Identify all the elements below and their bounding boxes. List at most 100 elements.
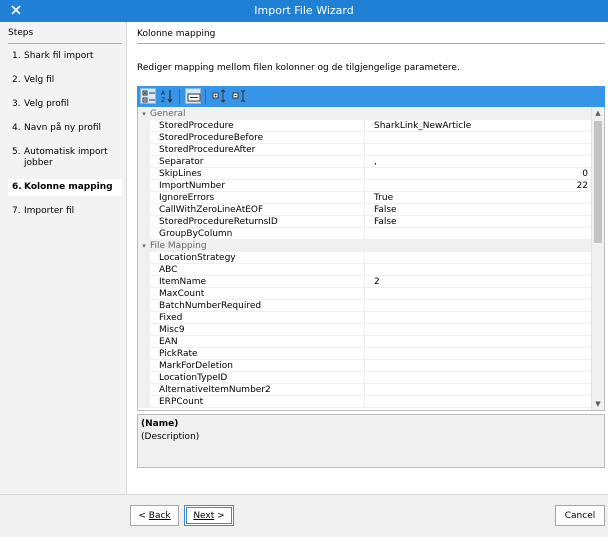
property-row[interactable]: StoredProcedure SharkLink_NewArticle [138,120,592,132]
step-item[interactable]: 4. Navn på ny profil [8,120,122,137]
alphabetical-sort-icon[interactable]: A Z [159,88,175,104]
wizard-footer: < Back Next > Cancel [0,494,608,537]
property-value[interactable] [365,300,592,312]
property-name: MarkForDeletion [150,360,365,372]
property-value[interactable] [365,288,592,300]
property-value[interactable] [365,312,592,324]
scrollbar-thumb[interactable] [594,121,602,243]
property-grid-toolbar: A Z [137,86,605,107]
property-row[interactable]: PickRate [138,348,592,360]
scroll-up-icon[interactable]: ▲ [592,107,604,119]
category-header[interactable]: ▾ General [138,108,592,120]
steps-pane: Steps 1. Shark fil import 2. Velg fil 3. Velg… [0,22,127,494]
property-value[interactable]: SharkLink_NewArticle [365,120,592,132]
toolbar-separator [205,89,206,104]
step-number: 1. [12,51,21,61]
property-value[interactable]: False [365,204,592,216]
property-name: StoredProcedureAfter [150,144,365,156]
step-item[interactable]: 5. Automatisk import jobber [8,144,122,172]
property-row[interactable]: SkipLines 0 [138,168,592,180]
row-margin [138,204,150,216]
property-pages-icon[interactable] [185,88,201,104]
property-value[interactable]: True [365,192,592,204]
help-name: (Name) [141,419,179,429]
property-value[interactable]: False [365,216,592,228]
property-value[interactable] [365,360,592,372]
step-label: Shark fil import [24,51,94,61]
property-row[interactable]: ERPCount [138,396,592,408]
cancel-button[interactable]: Cancel [555,505,605,526]
property-value[interactable] [365,324,592,336]
row-margin [138,180,150,192]
scroll-down-icon[interactable]: ▼ [592,398,604,410]
row-margin [138,324,150,336]
property-row[interactable]: MarkForDeletion [138,360,592,372]
property-row[interactable]: MaxCount [138,288,592,300]
property-value[interactable] [365,384,592,396]
collapse-icon[interactable]: ▾ [138,108,150,120]
collapse-all-icon[interactable] [231,88,247,104]
property-row[interactable]: BatchNumberRequired [138,300,592,312]
property-row[interactable]: ImportNumber 22 [138,180,592,192]
svg-text:Z: Z [161,97,165,103]
property-value[interactable] [365,264,592,276]
property-name: AlternativeItemNumber2 [150,384,365,396]
property-name: LocationTypeID [150,372,365,384]
row-margin [138,396,150,408]
category-name: File Mapping [150,241,207,251]
property-row[interactable]: StoredProcedureBefore [138,132,592,144]
property-row[interactable]: ItemName 2 [138,276,592,288]
step-item[interactable]: 3. Velg profil [8,96,122,113]
property-value[interactable] [365,144,592,156]
property-name: Separator [150,156,365,168]
property-row[interactable]: Fixed [138,312,592,324]
property-row[interactable]: StoredProcedureAfter [138,144,592,156]
step-label: Automatisk import jobber [24,147,108,168]
categorized-view-icon[interactable] [140,88,156,104]
property-name: PickRate [150,348,365,360]
step-item[interactable]: 6. Kolonne mapping [8,179,122,196]
property-value[interactable] [365,348,592,360]
property-value[interactable] [365,336,592,348]
property-row[interactable]: EAN [138,336,592,348]
title-bar: Import File Wizard [0,0,608,22]
step-item[interactable]: 2. Velg fil [8,72,122,89]
property-grid-scrollbar[interactable]: ▲ ▼ [591,107,604,410]
window-title: Import File Wizard [254,4,354,17]
collapse-icon[interactable]: ▾ [138,240,150,252]
property-value[interactable] [365,396,592,408]
property-value[interactable]: 2 [365,276,592,288]
property-value[interactable]: , [365,156,592,168]
property-row[interactable]: IgnoreErrors True [138,192,592,204]
expand-all-icon[interactable] [211,88,227,104]
property-value[interactable] [365,252,592,264]
next-button[interactable]: Next > [184,505,234,526]
step-number: 7. [12,206,21,216]
row-margin [138,264,150,276]
property-row[interactable]: StoredProcedureReturnsID False [138,216,592,228]
property-row[interactable]: GroupByColumn [138,228,592,240]
property-value[interactable] [365,372,592,384]
step-item[interactable]: 1. Shark fil import [8,48,122,65]
property-row[interactable]: AlternativeItemNumber2 [138,384,592,396]
property-name: SkipLines [150,168,365,180]
property-value[interactable] [365,228,592,240]
property-row[interactable]: Separator, [138,156,592,168]
step-item[interactable]: 7. Importer fil [8,203,122,220]
property-value[interactable]: 22 [365,180,592,192]
property-value[interactable]: 0 [365,168,592,180]
property-row[interactable]: Misc9 [138,324,592,336]
property-row[interactable]: LocationTypeID [138,372,592,384]
property-value[interactable] [365,132,592,144]
property-row[interactable]: ABC [138,264,592,276]
property-row[interactable]: LocationStrategy [138,252,592,264]
row-margin [138,288,150,300]
help-description: (Description) [141,432,200,442]
back-button[interactable]: < Back [130,505,179,526]
category-header[interactable]: ▾ File Mapping [138,240,592,252]
property-row[interactable]: CallWithZeroLineAtEOF False [138,204,592,216]
property-name: ItemName [150,276,365,288]
row-margin [138,372,150,384]
step-number: 2. [12,75,21,85]
property-name: StoredProcedureBefore [150,132,365,144]
